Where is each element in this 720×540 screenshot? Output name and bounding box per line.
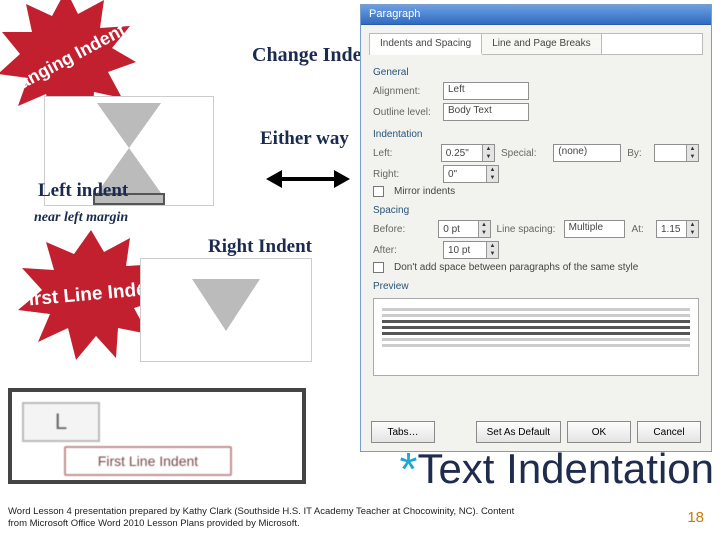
slide-title-text: Text Indentation <box>417 445 714 492</box>
spacing-heading: Spacing <box>373 205 699 216</box>
right-indent-annotation: Right Indent <box>208 236 312 258</box>
set-default-button[interactable]: Set As Default <box>476 421 561 443</box>
special-select[interactable]: (none) <box>553 144 621 162</box>
footer-credit: Word Lesson 4 presentation prepared by K… <box>8 506 528 530</box>
tab-line-page-breaks[interactable]: Line and Page Breaks <box>482 34 601 54</box>
line-spacing-label: Line spacing: <box>497 224 558 235</box>
indent-left-label: Left: <box>373 148 435 159</box>
double-arrow-icon <box>266 172 350 186</box>
mirror-indents-checkbox[interactable] <box>373 186 384 197</box>
preview-box <box>373 298 699 376</box>
no-space-label: Don't add space between paragraphs of th… <box>394 262 638 273</box>
indentation-heading: Indentation <box>373 129 699 140</box>
near-left-margin-caption: near left margin <box>34 210 128 226</box>
general-heading: General <box>373 67 699 78</box>
left-indent-annotation: Left indent <box>38 180 128 202</box>
outline-label: Outline level: <box>373 107 437 118</box>
paragraph-dialog: Paragraph Indents and Spacing Line and P… <box>360 4 712 452</box>
dialog-tabs: Indents and Spacing Line and Page Breaks <box>369 33 703 55</box>
by-label: By: <box>627 148 648 159</box>
at-label: At: <box>631 224 650 235</box>
first-line-tooltip: First Line Indent <box>64 446 232 476</box>
special-label: Special: <box>501 148 547 159</box>
mirror-indents-label: Mirror indents <box>394 186 455 197</box>
alignment-select[interactable]: Left <box>443 82 529 100</box>
dialog-title: Paragraph <box>361 5 711 25</box>
ok-button[interactable]: OK <box>567 421 631 443</box>
indent-right-label: Right: <box>373 169 437 180</box>
cancel-button[interactable]: Cancel <box>637 421 701 443</box>
slide-title: *Text Indentation <box>400 442 714 496</box>
asterisk-icon: * <box>400 443 418 495</box>
after-field[interactable]: 10 pt▲▼ <box>443 241 499 259</box>
line-spacing-select[interactable]: Multiple <box>564 220 626 238</box>
at-field[interactable]: 1.15▲▼ <box>656 220 699 238</box>
no-space-checkbox[interactable] <box>373 262 384 273</box>
outline-select[interactable]: Body Text <box>443 103 529 121</box>
before-label: Before: <box>373 224 432 235</box>
indent-left-field[interactable]: 0.25"▲▼ <box>441 144 495 162</box>
by-field[interactable]: ▲▼ <box>654 144 699 162</box>
preview-heading: Preview <box>373 281 699 292</box>
after-label: After: <box>373 245 437 256</box>
tab-indents-spacing[interactable]: Indents and Spacing <box>370 34 482 55</box>
alignment-label: Alignment: <box>373 86 437 97</box>
tabs-button[interactable]: Tabs… <box>371 421 435 443</box>
ruler-tooltip-graphic: L First Line Indent <box>8 388 306 484</box>
before-field[interactable]: 0 pt▲▼ <box>438 220 490 238</box>
indent-right-field[interactable]: 0"▲▼ <box>443 165 499 183</box>
first-line-marker-graphic <box>140 258 312 362</box>
ruler-tab-l: L <box>22 402 100 442</box>
slide-number: 18 <box>687 509 704 526</box>
either-way-annotation: Either way <box>260 128 349 150</box>
